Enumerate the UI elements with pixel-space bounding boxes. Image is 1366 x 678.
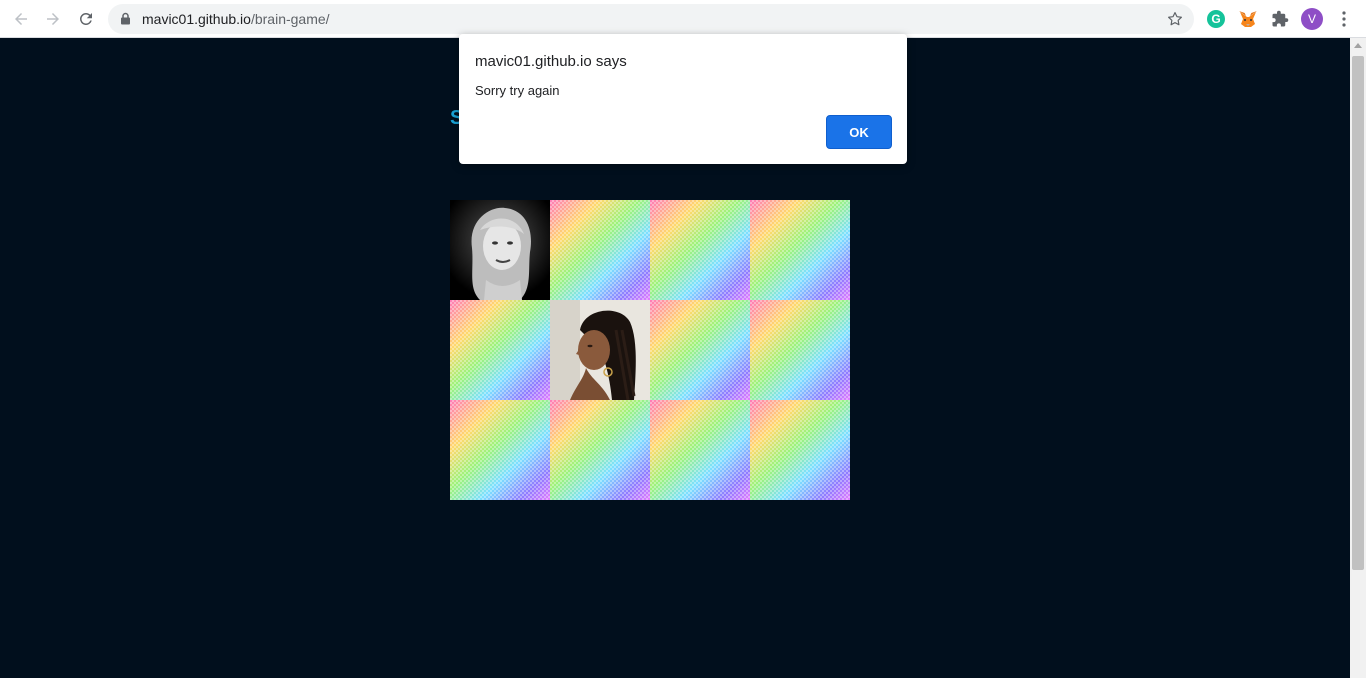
ok-button[interactable]: OK	[826, 115, 892, 149]
url-path: /brain-game/	[250, 11, 330, 27]
reload-icon[interactable]	[74, 7, 98, 31]
memory-card[interactable]	[450, 400, 550, 500]
browser-toolbar: mavic01.github.io/brain-game/ G V	[0, 0, 1366, 38]
portrait-blonde-bw-image	[450, 200, 550, 300]
dialog-message: Sorry try again	[475, 83, 560, 98]
memory-card[interactable]	[750, 400, 850, 500]
metamask-icon[interactable]	[1237, 8, 1259, 30]
grammarly-letter: G	[1207, 10, 1225, 28]
memory-card[interactable]	[650, 300, 750, 400]
lock-icon[interactable]	[120, 12, 131, 30]
star-icon[interactable]	[1166, 10, 1184, 33]
memory-card[interactable]	[650, 200, 750, 300]
avatar: V	[1301, 8, 1323, 30]
scroll-up-arrow[interactable]	[1354, 43, 1362, 48]
profile-avatar[interactable]: V	[1301, 8, 1323, 30]
alert-dialog: mavic01.github.io says Sorry try again O…	[459, 34, 907, 164]
dialog-title: mavic01.github.io says	[475, 53, 627, 70]
memory-card[interactable]	[650, 400, 750, 500]
memory-card[interactable]	[750, 200, 850, 300]
back-icon[interactable]	[9, 7, 33, 31]
forward-icon[interactable]	[41, 7, 65, 31]
memory-card[interactable]	[550, 200, 650, 300]
portrait-braids-image	[550, 300, 650, 400]
extensions-icon[interactable]	[1269, 8, 1291, 30]
memory-card-revealed[interactable]	[550, 300, 650, 400]
grammarly-icon[interactable]: G	[1205, 8, 1227, 30]
memory-card[interactable]	[450, 300, 550, 400]
vertical-scrollbar[interactable]	[1350, 38, 1366, 678]
address-bar[interactable]: mavic01.github.io/brain-game/	[108, 4, 1194, 34]
scrollbar-thumb[interactable]	[1352, 56, 1364, 570]
url-text: mavic01.github.io/brain-game/	[142, 11, 330, 27]
memory-board	[450, 200, 850, 500]
url-host: mavic01.github.io	[142, 11, 251, 27]
memory-card-revealed[interactable]	[450, 200, 550, 300]
memory-card[interactable]	[750, 300, 850, 400]
menu-icon[interactable]	[1333, 8, 1355, 30]
memory-card[interactable]	[550, 400, 650, 500]
